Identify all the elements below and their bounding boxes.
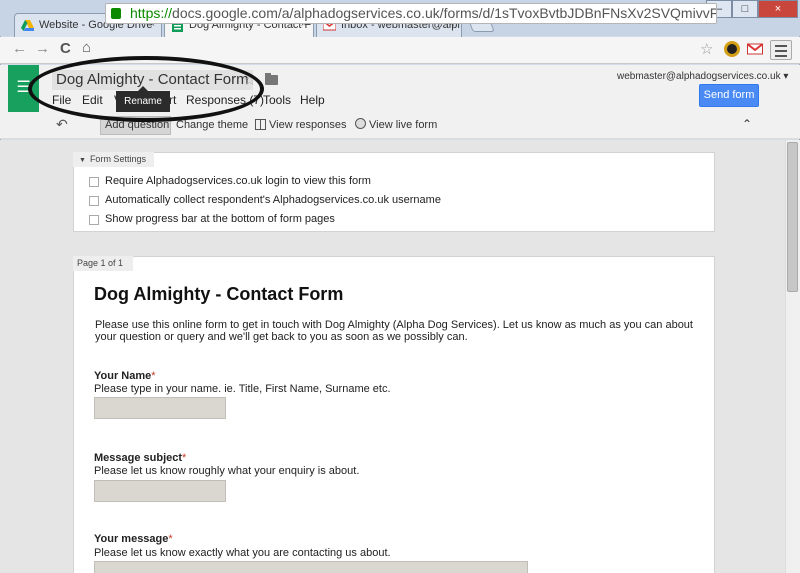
change-theme-button[interactable]: Change theme [176, 119, 248, 131]
maximize-button[interactable]: □ [732, 0, 758, 18]
question-help-text: Please let us know exactly what you are … [94, 547, 391, 559]
page-label: Page 1 of 1 [73, 256, 134, 271]
lock-icon [111, 8, 121, 19]
question-title-text: Message subject [94, 452, 183, 464]
require-login-label: Require Alphadogservices.co.uk login to … [105, 175, 371, 187]
question-help-text: Please type in your name. ie. Title, Fir… [94, 383, 391, 395]
forward-arrow-icon[interactable]: → [35, 40, 50, 57]
chrome-menu-icon[interactable] [770, 40, 792, 60]
form-settings-header[interactable]: ▼ Form Settings [73, 152, 154, 167]
collapse-chevron-icon[interactable]: ⌃ [742, 117, 752, 131]
require-login-checkbox[interactable] [89, 177, 99, 187]
form-description[interactable]: Please use this online form to get in to… [95, 319, 695, 343]
bookmark-star-icon[interactable]: ☆ [700, 40, 713, 58]
account-email[interactable]: webmaster@alphadogservices.co.uk ▾ [617, 71, 788, 82]
collect-username-checkbox[interactable] [89, 196, 99, 206]
menu-tools[interactable]: Tools [263, 93, 291, 107]
spreadsheet-icon [255, 119, 266, 130]
google-drive-icon [21, 20, 34, 31]
question-title-text: Your Name [94, 370, 152, 382]
required-asterisk: * [168, 533, 173, 545]
subject-input[interactable] [94, 480, 226, 502]
question-title[interactable]: Your message* [94, 533, 173, 545]
collect-username-label: Automatically collect respondent's Alpha… [105, 194, 441, 206]
view-live-form-button[interactable]: View live form [369, 119, 437, 131]
form-title[interactable]: Dog Almighty - Contact Form [94, 284, 343, 305]
close-window-button[interactable]: × [758, 0, 798, 18]
view-responses-button[interactable]: View responses [269, 119, 346, 131]
menu-help[interactable]: Help [300, 93, 325, 107]
required-asterisk: * [151, 370, 156, 382]
question-title[interactable]: Message subject* [94, 452, 186, 464]
scrollbar-thumb[interactable] [787, 142, 798, 292]
url-rest: docs.google.com/a/alphadogservices.co.uk… [172, 5, 716, 21]
undo-icon[interactable]: ↶ [56, 116, 68, 133]
url-scheme: https:// [130, 5, 173, 21]
reload-icon[interactable]: C [60, 40, 71, 57]
progress-bar-label: Show progress bar at the bottom of form … [105, 213, 335, 225]
required-asterisk: * [182, 452, 187, 464]
question-help-text: Please let us know roughly what your enq… [94, 465, 360, 477]
send-form-button[interactable]: Send form [699, 84, 759, 107]
home-icon[interactable]: ⌂ [82, 39, 91, 56]
progress-bar-checkbox[interactable] [89, 215, 99, 225]
question-title[interactable]: Your Name* [94, 370, 156, 382]
address-bar[interactable]: https://docs.google.com/a/alphadogservic… [105, 3, 717, 24]
extension-icon[interactable] [724, 41, 740, 57]
back-arrow-icon[interactable]: ← [12, 40, 27, 57]
name-input[interactable] [94, 397, 226, 419]
folder-icon[interactable] [265, 73, 278, 85]
annotation-ellipse [28, 56, 264, 122]
gmail-extension-icon[interactable] [747, 41, 763, 57]
globe-icon [355, 118, 366, 129]
message-textarea[interactable] [94, 561, 528, 573]
collapse-arrow-icon: ▼ [79, 157, 86, 164]
settings-title: Form Settings [89, 154, 146, 164]
question-title-text: Your message [94, 533, 169, 545]
